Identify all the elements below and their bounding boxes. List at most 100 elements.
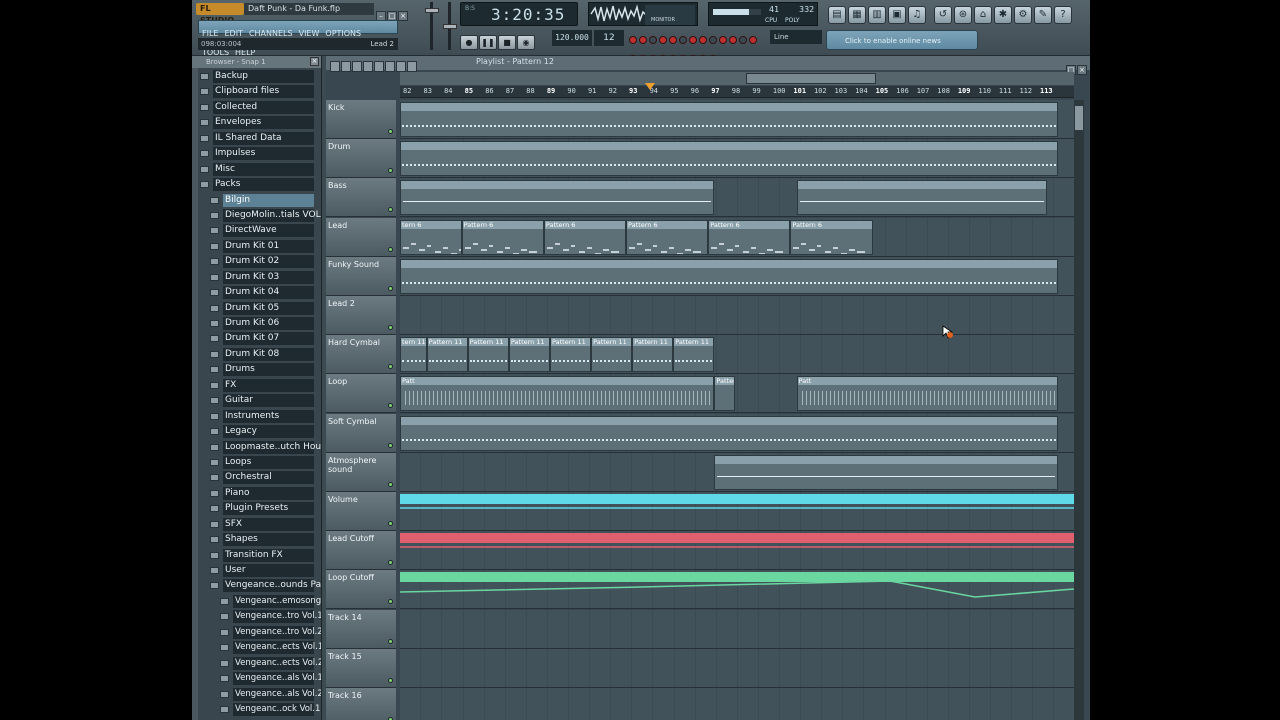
browser-item[interactable]: Packs [200,178,321,193]
pause-icon[interactable]: ❚❚ [479,35,497,50]
track-lane[interactable]: tern 6 Pattern 6 Pattern 6 Pattern 6 Pattern… [400,217,1074,257]
browser-item[interactable]: User [200,564,321,579]
browser-item[interactable]: Drum Kit 07 [200,332,321,347]
toggle-led-icon[interactable] [669,36,677,44]
browser-item[interactable]: Collected [200,100,321,116]
pattern-song-toggle[interactable]: ● [460,35,478,50]
track-mute-led-icon[interactable] [388,129,393,134]
track-mute-led-icon[interactable] [388,364,393,370]
delete-tool-icon[interactable] [352,61,362,72]
track-lane[interactable] [400,139,1074,179]
pattern-clip[interactable]: Pattern 6 [543,219,627,255]
track-mute-led-icon[interactable] [388,246,393,252]
browser-item[interactable]: Transition FX [200,548,321,564]
track-mute-led-icon[interactable] [388,442,393,448]
plugin-icon[interactable]: ✱ [994,6,1012,24]
track-mute-led-icon[interactable] [388,638,393,644]
track-lane[interactable] [400,688,1074,720]
track-mute-led-icon[interactable] [388,481,393,487]
playhead-marker-icon[interactable] [644,83,655,90]
toggle-led-icon[interactable] [689,36,697,44]
toggle-led-icon[interactable] [709,36,717,44]
track-lane[interactable]: tern 11 Pattern 11 Pattern 11 Pattern 11 Pat… [400,335,1074,375]
browser-item[interactable]: Vengeanc..ects Vol.1 [200,641,321,656]
master-pitch-slider[interactable] [442,2,458,52]
master-volume-slider[interactable] [424,2,440,52]
browser-item[interactable]: Clipboard files [200,85,321,100]
pattern-clip[interactable] [796,180,1048,216]
tempo-display[interactable]: 120.000 [552,30,592,46]
playlist-close-button[interactable]: × [1077,65,1087,75]
track-lane[interactable] [400,178,1074,218]
browser-item[interactable]: Vengeanc..ects Vol.2 [200,656,321,672]
browser-item[interactable]: Misc [200,162,321,178]
pattern-clip[interactable]: Pattern 6 [790,219,873,255]
track-lane[interactable] [400,452,1074,492]
draw-tool-icon[interactable] [330,61,340,72]
pattern-clip[interactable]: Pattern 11 [550,337,592,373]
pattern-clip[interactable] [400,415,1058,451]
track-lane[interactable] [400,100,1074,139]
track-header[interactable]: Hard Cymbal [326,335,396,375]
stop-icon[interactable]: ■ [498,35,516,50]
pattern-clip[interactable]: tern 11 [400,337,427,373]
pattern-clip[interactable] [400,258,1058,294]
track-mute-led-icon[interactable] [388,599,393,605]
browser-item[interactable]: Drum Kit 06 [200,317,321,332]
track-lane[interactable] [400,609,1074,649]
pattern-clip[interactable]: tern 6 [400,219,462,255]
track-mute-led-icon[interactable] [388,207,393,213]
pattern-clip[interactable]: Pattern 11 [426,337,468,373]
browser-item[interactable]: Vengeanc..ock Vol.1 [200,702,321,718]
toggle-led-icon[interactable] [679,36,687,44]
browser-item[interactable]: Drum Kit 05 [200,301,321,317]
track-mute-led-icon[interactable] [388,521,393,526]
track-header[interactable]: Lead [326,217,396,257]
track-mute-led-icon[interactable] [388,285,393,291]
playlist-vertical-scrollbar[interactable] [1074,100,1084,720]
track-header[interactable]: Lead Cutoff [326,531,396,571]
browser-icon[interactable]: ▣ [888,6,906,24]
pattern-clip[interactable]: Pattern 11 [632,337,674,373]
track-header[interactable]: Volume [326,492,396,531]
play-tool-icon[interactable] [407,61,417,72]
zoom-tool-icon[interactable] [396,61,406,72]
pattern-clip[interactable]: Pattern 6 [708,219,791,255]
track-lane[interactable] [400,256,1074,296]
paint-tool-icon[interactable] [341,61,351,72]
pattern-clip[interactable] [400,141,1058,177]
browser-item[interactable]: DirectWave [200,224,321,239]
track-header[interactable]: Loop Cutoff [326,570,396,610]
track-mute-led-icon[interactable] [388,325,393,330]
online-news-bar[interactable]: Click to enable online news [826,30,978,50]
track-lane[interactable] [400,296,1074,335]
browser-item[interactable]: Drum Kit 08 [200,347,321,363]
browser-item[interactable]: DiegoMolin..tials VOL 1 [200,208,321,224]
browser-item[interactable]: Vengeance..als Vol.1 [200,672,321,687]
browser-item[interactable]: Instruments [200,409,321,425]
track-mute-led-icon[interactable] [388,677,393,683]
browser-item[interactable]: Guitar [200,394,321,409]
track-mute-led-icon[interactable] [388,168,393,174]
track-lane[interactable] [400,531,1074,571]
undo-icon[interactable]: ↺ [934,6,952,24]
browser-item[interactable]: Legacy [200,425,321,440]
pattern-clip[interactable]: Pattern 6 [626,219,709,255]
playlist-scroll-navigator[interactable] [400,72,1074,85]
track-header[interactable]: Bass [326,178,396,218]
track-header[interactable]: Drum [326,139,396,179]
browser-item[interactable]: IL Shared Data [200,131,321,147]
pattern-selector[interactable]: 12 [594,30,624,46]
browser-item[interactable]: Shapes [200,533,321,548]
browser-item[interactable]: Vengeance..ounds Pack [200,579,321,594]
slice-tool-icon[interactable] [374,61,384,72]
track-mute-led-icon[interactable] [388,560,393,566]
toggle-led-icon[interactable] [729,36,737,44]
toggle-led-icon[interactable] [629,36,637,44]
track-header[interactable]: Lead 2 [326,296,396,335]
track-header[interactable]: Atmosphere sound [326,452,396,492]
record-icon[interactable]: ◉ [517,35,535,50]
browser-scrollbar[interactable] [192,68,198,720]
playlist-icon[interactable]: ▤ [828,6,846,24]
browser-item[interactable]: Vengeance..als Vol.2 [200,687,321,703]
